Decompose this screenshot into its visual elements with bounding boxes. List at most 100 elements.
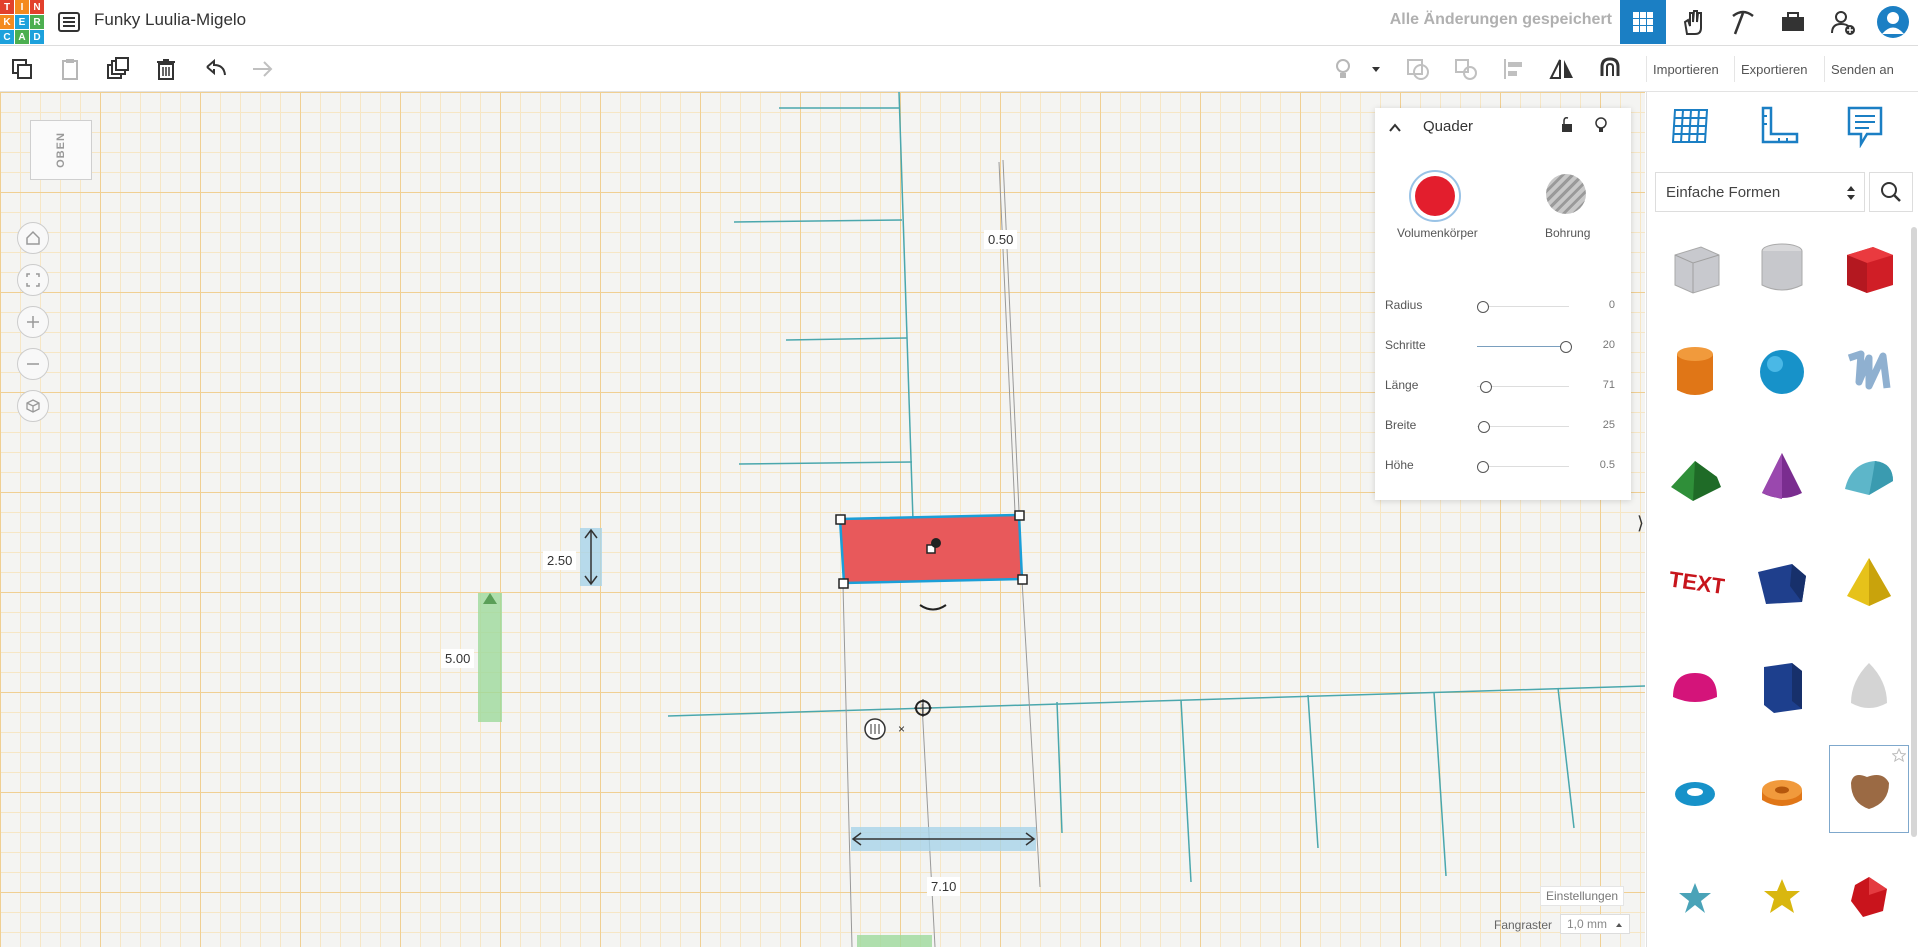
copy-button[interactable]	[7, 54, 37, 84]
add-user-icon	[1831, 11, 1855, 35]
lock-icon[interactable]	[1559, 116, 1575, 134]
delete-button[interactable]	[151, 54, 181, 84]
property-row[interactable]: Radius 0	[1385, 296, 1625, 318]
ruler-tool-button[interactable]	[1757, 104, 1801, 148]
property-value[interactable]: 25	[1603, 419, 1615, 431]
shape-torus[interactable]	[1655, 752, 1735, 832]
toolbox-icon	[1782, 12, 1804, 31]
property-row[interactable]: Höhe 0.5	[1385, 456, 1625, 478]
blocks-button[interactable]	[1670, 0, 1716, 44]
design-list-icon[interactable]	[57, 10, 81, 34]
profile-avatar[interactable]	[1870, 0, 1916, 44]
fit-view-button[interactable]	[17, 264, 49, 296]
slider-track[interactable]	[1477, 426, 1569, 427]
shape-cylinder-hole[interactable]	[1742, 227, 1822, 307]
home-view-button[interactable]	[17, 222, 49, 254]
shape-text[interactable]: TEXT	[1655, 542, 1735, 622]
shape-roof[interactable]	[1655, 437, 1735, 517]
shape-tube[interactable]	[1742, 752, 1822, 832]
shape-category-select[interactable]: Einfache Formen	[1655, 172, 1865, 212]
shape-scribble[interactable]	[1829, 332, 1909, 412]
elevation-dimension-label[interactable]: 5.00	[441, 649, 475, 668]
length-dimension-label[interactable]: 7.10	[927, 877, 961, 896]
invite-button[interactable]	[1820, 0, 1866, 44]
workplane-tool-button[interactable]	[1669, 104, 1713, 148]
property-label: Schritte	[1385, 338, 1426, 352]
3d-view-button[interactable]	[1620, 0, 1666, 44]
undo-button[interactable]	[201, 54, 231, 84]
width-dimension-label[interactable]: 2.50	[543, 551, 577, 570]
light-button[interactable]	[1328, 54, 1358, 84]
shape-prism[interactable]	[1742, 542, 1822, 622]
duplicate-button[interactable]	[103, 54, 133, 84]
shape-star-gold[interactable]	[1742, 857, 1822, 937]
slider-track[interactable]	[1477, 306, 1569, 307]
property-value[interactable]: 71	[1603, 379, 1615, 391]
shape-paraboloid[interactable]	[1829, 647, 1909, 727]
group-button[interactable]	[1403, 54, 1433, 84]
property-value[interactable]: 0.5	[1600, 459, 1615, 471]
shape-half-sphere[interactable]	[1655, 647, 1735, 727]
zoom-out-button[interactable]	[17, 348, 49, 380]
snap-grid-select[interactable]: 1,0 mm	[1560, 914, 1630, 934]
document-title[interactable]: Funky Luulia-Migelo	[94, 10, 246, 30]
settings-button[interactable]: Einstellungen	[1540, 886, 1625, 906]
slider-knob[interactable]	[1478, 421, 1490, 433]
notes-tool-button[interactable]	[1843, 104, 1887, 149]
hole-option[interactable]	[1546, 174, 1586, 214]
favorite-star-icon[interactable]	[1892, 748, 1906, 762]
solid-option[interactable]	[1409, 170, 1461, 222]
height-dimension-label[interactable]: 0.50	[984, 230, 1018, 249]
tinkercad-logo[interactable]: T I N K E R C A D	[0, 0, 44, 44]
align-button[interactable]	[1499, 54, 1529, 84]
shape-cylinder[interactable]	[1655, 332, 1735, 412]
shape-box-hole[interactable]	[1655, 227, 1735, 307]
shape-category-value: Einfache Formen	[1666, 183, 1781, 201]
logo-letter: N	[30, 0, 44, 14]
shape-gem[interactable]	[1829, 857, 1909, 937]
lightbulb-icon	[1336, 59, 1350, 78]
zoom-in-button[interactable]	[17, 306, 49, 338]
view-cube[interactable]: OBEN	[30, 120, 92, 180]
export-button[interactable]: Exportieren	[1734, 56, 1813, 82]
mirror-icon	[1549, 59, 1573, 79]
shape-sphere[interactable]	[1742, 332, 1822, 412]
shapes-scrollbar[interactable]	[1911, 227, 1917, 837]
visibility-bulb-icon[interactable]	[1593, 116, 1609, 134]
send-to-button[interactable]: Senden an	[1824, 56, 1900, 82]
property-value[interactable]: 20	[1603, 339, 1615, 351]
import-button[interactable]: Importieren	[1646, 56, 1725, 82]
hand-icon	[1683, 10, 1702, 35]
shape-heart[interactable]	[1829, 745, 1909, 833]
light-dropdown[interactable]	[1366, 54, 1386, 84]
sim-lab-button[interactable]	[1770, 0, 1816, 44]
shape-round-roof[interactable]	[1829, 437, 1909, 517]
property-row[interactable]: Länge 71	[1385, 376, 1625, 398]
shape-search-button[interactable]	[1869, 172, 1913, 212]
mirror-button[interactable]	[1547, 54, 1577, 84]
logo-letter: E	[15, 15, 29, 29]
property-row[interactable]: Breite 25	[1385, 416, 1625, 438]
panel-toggle-icon[interactable]: ⟩	[1637, 513, 1644, 534]
property-row[interactable]: Schritte 20	[1385, 336, 1625, 358]
paste-button[interactable]	[55, 54, 85, 84]
perspective-button[interactable]	[17, 390, 49, 422]
shape-box[interactable]	[1829, 227, 1909, 307]
slider-knob[interactable]	[1477, 461, 1489, 473]
shape-star[interactable]	[1655, 857, 1735, 937]
magnet-button[interactable]	[1595, 54, 1625, 84]
slider-knob[interactable]	[1477, 301, 1489, 313]
bricks-button[interactable]	[1720, 0, 1766, 44]
shape-pyramid[interactable]	[1829, 542, 1909, 622]
property-value[interactable]: 0	[1609, 299, 1615, 311]
redo-button[interactable]	[247, 54, 277, 84]
slider-track[interactable]	[1477, 466, 1569, 467]
collapse-inspector-icon[interactable]	[1387, 120, 1403, 136]
shape-polygon[interactable]	[1742, 647, 1822, 727]
slider-knob[interactable]	[1560, 341, 1572, 353]
shape-cone[interactable]	[1742, 437, 1822, 517]
align-icon	[1504, 59, 1522, 79]
slider-knob[interactable]	[1480, 381, 1492, 393]
ungroup-button[interactable]	[1451, 54, 1481, 84]
slider-track[interactable]	[1477, 346, 1569, 347]
